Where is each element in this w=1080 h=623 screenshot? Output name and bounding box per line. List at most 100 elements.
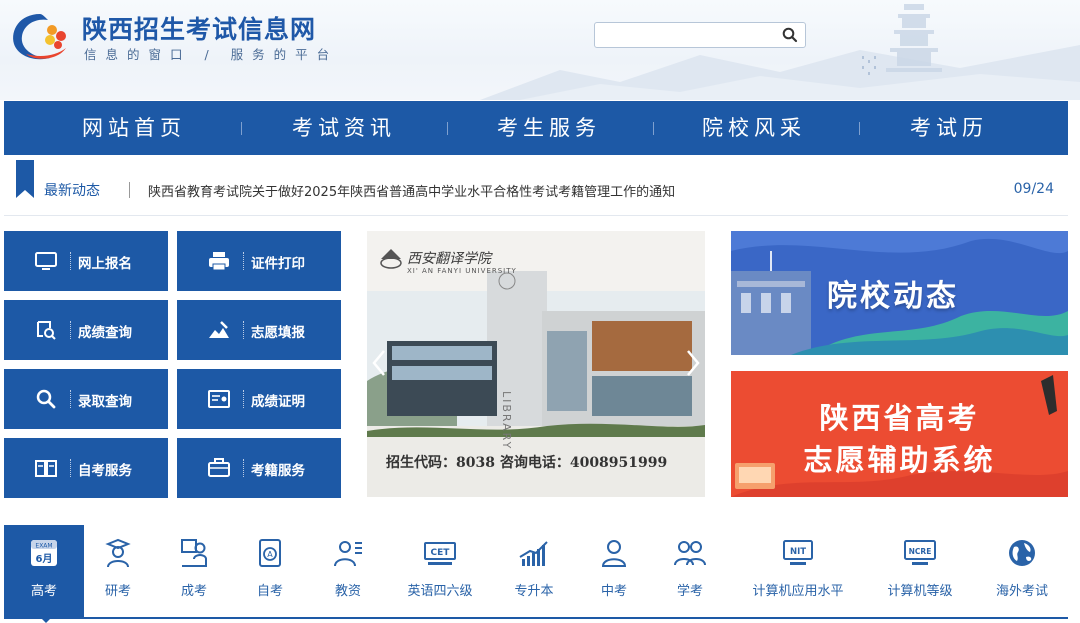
quick-link-separator bbox=[243, 390, 244, 408]
site-logo-icon[interactable] bbox=[6, 8, 76, 64]
campus-news-banner[interactable]: 院校动态 bbox=[731, 231, 1068, 355]
form-fill-icon bbox=[209, 321, 229, 338]
quick-link-label: 网上报名 bbox=[78, 256, 132, 272]
adult-exam-icon bbox=[181, 539, 207, 567]
news-headline-link[interactable]: 陕西省教育考试院关于做好2025年陕西省普通高中学业水平合格性考试考籍管理工作的… bbox=[148, 181, 675, 200]
quick-link-admission-query[interactable]: 录取查询 bbox=[4, 369, 168, 429]
teacher-icon bbox=[334, 541, 362, 567]
growth-chart-icon bbox=[519, 541, 548, 566]
latest-news-bar: 最新动态 陕西省教育考试院关于做好2025年陕西省普通高中学业水平合格性考试考籍… bbox=[4, 160, 1068, 216]
calendar-badge-top: EXAM bbox=[35, 543, 52, 550]
nit-icon: NIT bbox=[783, 540, 813, 565]
monitor-icon bbox=[35, 252, 57, 270]
svg-text:A: A bbox=[267, 550, 273, 559]
quick-link-separator bbox=[70, 459, 71, 477]
school-emblem-icon bbox=[380, 249, 402, 269]
quick-link-label: 录取查询 bbox=[78, 394, 132, 410]
news-divider bbox=[129, 182, 130, 198]
quick-link-separator bbox=[243, 321, 244, 339]
quick-link-separator bbox=[243, 459, 244, 477]
nav-separator bbox=[859, 122, 860, 135]
tab-label: 学考 bbox=[676, 584, 703, 599]
quick-link-self-study[interactable]: 自考服务 bbox=[4, 438, 168, 498]
nav-separator bbox=[241, 122, 242, 135]
svg-text:LIBRARY: LIBRARY bbox=[500, 391, 513, 450]
calendar-exam-icon: EXAM 6月 bbox=[31, 540, 57, 566]
nav-separator bbox=[447, 122, 448, 135]
gaokao-banner-line1: 陕西省高考 bbox=[819, 401, 980, 435]
quick-link-separator bbox=[70, 390, 71, 408]
book-icon bbox=[35, 460, 57, 477]
search-box bbox=[594, 22, 806, 48]
site-header: 陕西招生考试信息网 信息的窗口 / 服务的平台 bbox=[0, 0, 1080, 100]
tab-label: 海外考试 bbox=[995, 584, 1048, 599]
carousel-school-name-en: XI' AN FANYI UNIVERSITY bbox=[407, 267, 517, 275]
tab-computer-rank[interactable]: NCRE 计算机等级 bbox=[880, 525, 960, 617]
calendar-badge-bottom: 6月 bbox=[36, 553, 53, 565]
nav-candidate-services[interactable]: 考生服务 bbox=[459, 101, 639, 155]
quick-link-label: 成绩查询 bbox=[78, 325, 132, 341]
quick-link-online-registration[interactable]: 网上报名 bbox=[4, 231, 168, 291]
students-group-icon bbox=[674, 541, 706, 566]
news-date: 09/24 bbox=[1013, 181, 1054, 197]
bookmark-icon bbox=[16, 160, 34, 198]
site-title[interactable]: 陕西招生考试信息网 bbox=[82, 10, 316, 46]
quick-link-registry-service[interactable]: 考籍服务 bbox=[177, 438, 341, 498]
gaokao-application-system-banner[interactable]: 陕西省高考 志愿辅助系统 bbox=[731, 371, 1068, 497]
ncre-icon: NCRE bbox=[904, 540, 936, 565]
image-carousel[interactable]: LIBRARY 西安翻译学院 XI' AN FANYI UNIVERSITY 招… bbox=[367, 231, 705, 497]
quick-link-application[interactable]: 志愿填报 bbox=[177, 300, 341, 360]
tab-zhongkao[interactable]: 中考 bbox=[574, 525, 654, 617]
quick-link-separator bbox=[243, 252, 244, 270]
tab-self-study-exam[interactable]: A 自考 bbox=[230, 525, 310, 617]
carousel-school-name: 西安翻译学院 bbox=[407, 251, 491, 267]
nav-home[interactable]: 网站首页 bbox=[44, 101, 224, 155]
quick-link-id-print[interactable]: 证件打印 bbox=[177, 231, 341, 291]
quick-link-separator bbox=[70, 252, 71, 270]
nav-exam-news[interactable]: 考试资讯 bbox=[254, 101, 434, 155]
tab-adult-exam[interactable]: 成考 bbox=[154, 525, 234, 617]
score-search-icon bbox=[37, 321, 56, 340]
nit-badge-text: NIT bbox=[790, 547, 806, 557]
tab-academic-proficiency[interactable]: 学考 bbox=[650, 525, 730, 617]
certificate-icon bbox=[208, 390, 230, 408]
tab-overseas-exam[interactable]: 海外考试 bbox=[982, 525, 1062, 617]
quick-link-label: 志愿填报 bbox=[251, 325, 305, 341]
pagoda-decoration-icon bbox=[862, 4, 942, 75]
quick-link-score-certificate[interactable]: 成绩证明 bbox=[177, 369, 341, 429]
tab-upgrade-bachelor[interactable]: 专升本 bbox=[494, 525, 574, 617]
main-nav: 网站首页 考试资讯 考生服务 院校风采 考试历 bbox=[4, 101, 1068, 155]
nav-separator bbox=[653, 122, 654, 135]
tab-cet[interactable]: CET 英语四六级 bbox=[400, 525, 480, 617]
quick-link-separator bbox=[70, 321, 71, 339]
briefcase-icon bbox=[208, 458, 230, 477]
carousel-next-icon[interactable] bbox=[685, 349, 701, 377]
self-study-icon: A bbox=[259, 539, 281, 567]
student-icon bbox=[601, 540, 627, 567]
cet-badge-text: CET bbox=[431, 548, 451, 558]
quick-link-label: 考籍服务 bbox=[251, 463, 305, 479]
search-input[interactable] bbox=[595, 23, 775, 47]
search-icon[interactable] bbox=[781, 26, 799, 44]
graduate-icon bbox=[105, 538, 131, 568]
quick-link-label: 自考服务 bbox=[78, 463, 132, 479]
nav-exam-calendar[interactable]: 考试历 bbox=[864, 101, 1034, 155]
exam-category-tabs: EXAM 6月 高考 研考 成考 A 自考 教资 CET 英语四六级 专升本 中… bbox=[4, 525, 1068, 623]
quick-link-label: 成绩证明 bbox=[251, 394, 305, 410]
globe-icon bbox=[1009, 540, 1035, 566]
printer-icon bbox=[209, 252, 229, 271]
category-underline bbox=[4, 617, 1068, 619]
cet-icon: CET bbox=[424, 542, 456, 565]
tab-gaokao[interactable]: EXAM 6月 高考 bbox=[4, 525, 84, 623]
tab-computer-application[interactable]: NIT 计算机应用水平 bbox=[752, 525, 844, 617]
site-slogan: 信息的窗口 / 服务的平台 bbox=[84, 47, 339, 62]
tab-teacher-qualification[interactable]: 教资 bbox=[308, 525, 388, 617]
gaokao-banner-line2: 志愿辅助系统 bbox=[803, 443, 996, 477]
tab-graduate-exam[interactable]: 研考 bbox=[78, 525, 158, 617]
search-icon bbox=[36, 389, 56, 409]
quick-link-score-query[interactable]: 成绩查询 bbox=[4, 300, 168, 360]
ncre-badge-text: NCRE bbox=[909, 547, 932, 556]
carousel-prev-icon[interactable] bbox=[371, 349, 387, 377]
campus-news-title: 院校动态 bbox=[827, 279, 959, 314]
nav-schools[interactable]: 院校风采 bbox=[664, 101, 844, 155]
